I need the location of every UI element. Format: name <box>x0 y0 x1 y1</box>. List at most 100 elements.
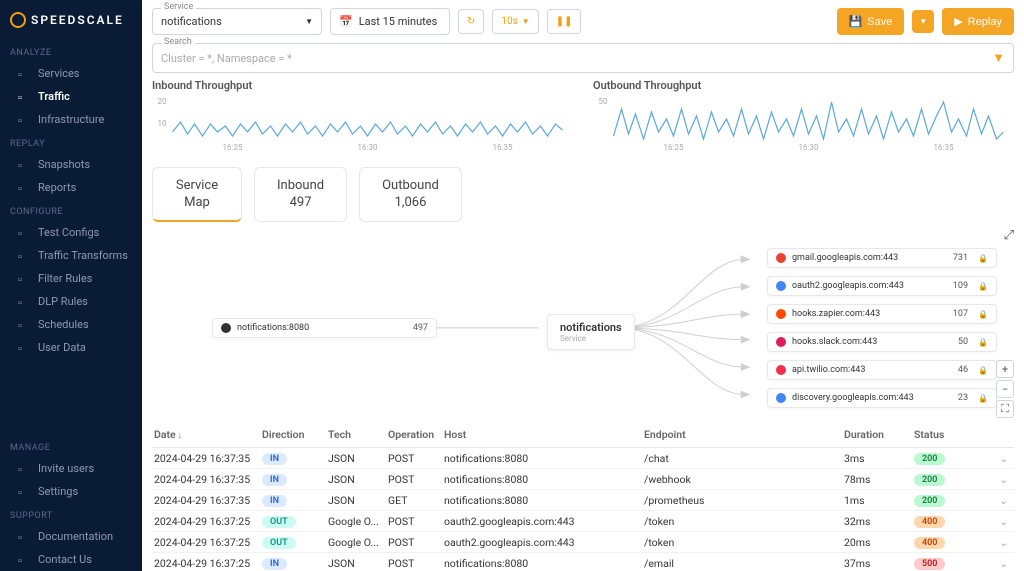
time-range-select[interactable]: 📅 Last 15 minutes <box>330 8 450 35</box>
nav-icon: ▫ <box>18 227 30 239</box>
header-endpoint[interactable]: Endpoint <box>644 428 844 441</box>
service-icon <box>776 393 786 403</box>
tab-service[interactable]: ServiceMap <box>152 167 242 222</box>
sidebar-item-contact-us[interactable]: ▫Contact Us <box>0 548 142 571</box>
status-badge: 200 <box>914 474 945 486</box>
service-icon <box>776 309 786 319</box>
service-select[interactable]: Service notifications ▼ <box>152 8 322 35</box>
nav-icon: ▫ <box>18 159 30 171</box>
expand-row-icon[interactable]: ⌄ <box>964 494 1014 507</box>
expand-row-icon[interactable]: ⌄ <box>964 557 1014 570</box>
header-tech[interactable]: Tech <box>328 428 388 441</box>
table-row[interactable]: 2024-04-29 16:37:35INJSONPOSTnotificatio… <box>152 469 1014 490</box>
zoom-in-button[interactable]: + <box>996 360 1014 378</box>
save-button[interactable]: 💾 Save <box>837 8 905 35</box>
sidebar-item-dlp-rules[interactable]: ▫DLP Rules <box>0 290 142 313</box>
sidebar-item-filter-rules[interactable]: ▫Filter Rules <box>0 267 142 290</box>
search-label: Search <box>161 37 195 47</box>
header-duration[interactable]: Duration <box>844 428 914 441</box>
refresh-button[interactable]: ↻ <box>458 9 484 34</box>
traffic-table: Date↓ Direction Tech Operation Host Endp… <box>152 422 1014 571</box>
sidebar-item-services[interactable]: ▫Services <box>0 62 142 85</box>
header-direction[interactable]: Direction <box>262 428 328 441</box>
svg-text:16:25: 16:25 <box>664 143 684 152</box>
sidebar-item-infrastructure[interactable]: ▫Infrastructure <box>0 108 142 131</box>
service-icon <box>776 281 786 291</box>
calendar-icon: 📅 <box>339 15 353 28</box>
table-row[interactable]: 2024-04-29 16:37:25INJSONPOSTnotificatio… <box>152 553 1014 571</box>
logo-icon <box>10 12 26 28</box>
map-target-node[interactable]: api.twilio.com:44346🔒 <box>767 360 997 380</box>
filter-icon[interactable]: ▼ <box>992 50 1005 66</box>
pause-button[interactable]: ❚❚ <box>547 9 582 34</box>
lock-icon: 🔒 <box>978 254 988 263</box>
nav-section-label: ANALYZE <box>0 40 142 62</box>
nav-icon: ▫ <box>18 342 30 354</box>
status-badge: 200 <box>914 453 945 465</box>
header-status[interactable]: Status <box>914 428 964 441</box>
expand-row-icon[interactable]: ⌄ <box>964 473 1014 486</box>
header-date[interactable]: Date↓ <box>152 428 262 441</box>
direction-badge: IN <box>262 558 287 570</box>
sidebar-item-settings[interactable]: ▫Settings <box>0 480 142 503</box>
sidebar-item-snapshots[interactable]: ▫Snapshots <box>0 153 142 176</box>
zoom-controls: + − ⛶ <box>996 360 1014 418</box>
sidebar-item-invite-users[interactable]: ▫Invite users <box>0 457 142 480</box>
svg-text:16:25: 16:25 <box>223 143 243 152</box>
chevron-down-icon: ▼ <box>522 17 530 26</box>
sidebar-item-test-configs[interactable]: ▫Test Configs <box>0 221 142 244</box>
logo: SPEEDSCALE <box>0 6 142 40</box>
status-badge: 400 <box>914 516 945 528</box>
service-icon <box>776 253 786 263</box>
expand-row-icon[interactable]: ⌄ <box>964 452 1014 465</box>
lock-icon: 🔒 <box>978 282 988 291</box>
tab-outbound[interactable]: Outbound1,066 <box>359 167 462 222</box>
map-target-node[interactable]: gmail.googleapis.com:443731🔒 <box>767 248 997 268</box>
header-operation[interactable]: Operation <box>388 428 444 441</box>
map-target-node[interactable]: oauth2.googleapis.com:443109🔒 <box>767 276 997 296</box>
lock-icon: 🔒 <box>978 366 988 375</box>
map-target-node[interactable]: discovery.googleapis.com:44323🔒 <box>767 388 997 408</box>
map-target-node[interactable]: hooks.slack.com:44350🔒 <box>767 332 997 352</box>
map-center-node[interactable]: notifications Service <box>547 314 635 350</box>
service-label: Service <box>161 2 196 12</box>
header-host[interactable]: Host <box>444 428 644 441</box>
sidebar-item-traffic[interactable]: ▫Traffic <box>0 85 142 108</box>
map-target-node[interactable]: hooks.zapier.com:443107🔒 <box>767 304 997 324</box>
table-row[interactable]: 2024-04-29 16:37:25OUTGoogle O...POSToau… <box>152 532 1014 553</box>
table-row[interactable]: 2024-04-29 16:37:35INJSONPOSTnotificatio… <box>152 448 1014 469</box>
sidebar-item-user-data[interactable]: ▫User Data <box>0 336 142 359</box>
sidebar-item-documentation[interactable]: ▫Documentation <box>0 525 142 548</box>
direction-badge: OUT <box>262 537 296 549</box>
inbound-chart: Inbound Throughput 20 10 16:25 16:30 16:… <box>152 79 573 157</box>
sidebar-item-schedules[interactable]: ▫Schedules <box>0 313 142 336</box>
service-icon <box>776 365 786 375</box>
service-value: notifications <box>161 15 222 28</box>
replay-button[interactable]: ▶ Replay <box>942 8 1014 35</box>
play-icon: ▶ <box>954 15 962 28</box>
time-value: Last 15 minutes <box>359 15 438 28</box>
zoom-out-button[interactable]: − <box>996 380 1014 398</box>
direction-badge: OUT <box>262 516 296 528</box>
nav-icon: ▫ <box>18 91 30 103</box>
nav-icon: ▫ <box>18 554 30 566</box>
expand-row-icon[interactable]: ⌄ <box>964 536 1014 549</box>
direction-badge: IN <box>262 453 287 465</box>
direction-badge: IN <box>262 495 287 507</box>
sidebar-item-traffic-transforms[interactable]: ▫Traffic Transforms <box>0 244 142 267</box>
sidebar-item-reports[interactable]: ▫Reports <box>0 176 142 199</box>
brand-name: SPEEDSCALE <box>31 13 124 27</box>
expand-row-icon[interactable]: ⌄ <box>964 515 1014 528</box>
save-dropdown[interactable]: ▼ <box>912 10 934 33</box>
table-row[interactable]: 2024-04-29 16:37:25OUTGoogle O...POSToau… <box>152 511 1014 532</box>
refresh-interval[interactable]: 10s ▼ <box>492 9 538 34</box>
search-bar[interactable]: Search Cluster = *, Namespace = * ▼ <box>152 43 1014 73</box>
nav-icon: ▫ <box>18 486 30 498</box>
fullscreen-button[interactable]: ⛶ <box>996 400 1014 418</box>
status-badge: 500 <box>914 558 945 570</box>
svg-text:16:30: 16:30 <box>358 143 378 152</box>
map-source-node[interactable]: notifications:8080 497 <box>212 318 437 338</box>
table-row[interactable]: 2024-04-29 16:37:35INJSONGETnotification… <box>152 490 1014 511</box>
tab-inbound[interactable]: Inbound497 <box>254 167 347 222</box>
service-map: ⤢ <box>152 228 1014 418</box>
